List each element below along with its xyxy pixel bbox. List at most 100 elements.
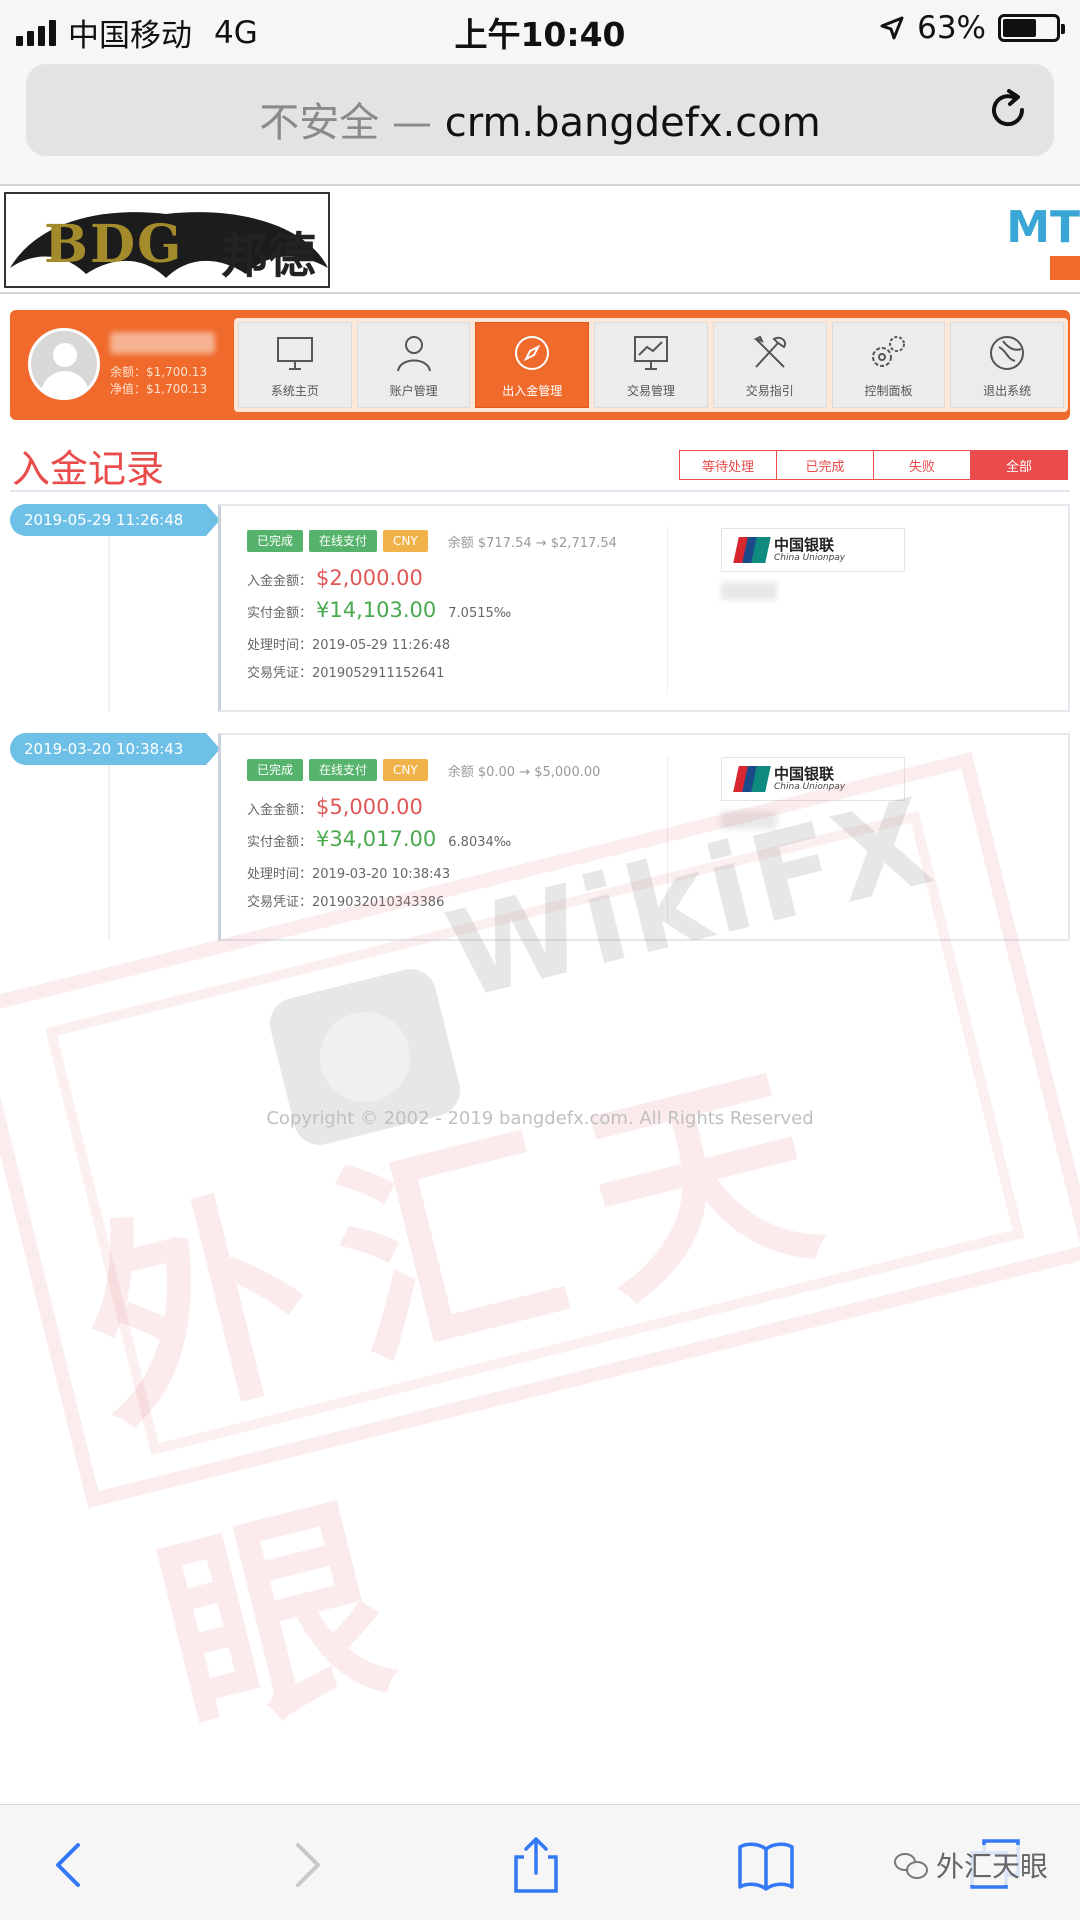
chart-board-icon: [634, 336, 669, 370]
nav-item-control[interactable]: 控制面板: [831, 322, 946, 408]
equity-text: 净值：$1,700.13: [110, 382, 208, 396]
forward-icon[interactable]: [276, 1835, 336, 1895]
wechat-account-name: 外汇天眼: [935, 1850, 1048, 1883]
voucher-label: 交易凭证：: [247, 666, 313, 681]
wechat-watermark: 外汇天眼: [893, 1845, 1048, 1885]
process-time-label: 处理时间：: [247, 867, 313, 882]
method-badge: 在线支付: [309, 530, 378, 552]
filter-completed[interactable]: 已完成: [776, 450, 874, 480]
status-bar: 中国移动 4G 上午10:40 63%: [0, 0, 1080, 56]
monitor-icon: [276, 337, 313, 370]
deposit-amount-label: 入金金额：: [247, 803, 313, 818]
voucher-row: 交易凭证： 2019052911152641: [247, 662, 444, 681]
bookmarks-icon[interactable]: [736, 1835, 796, 1895]
record-date-tag: 2019-03-20 10:38:43: [10, 733, 220, 765]
nav-label: 控制面板: [864, 384, 913, 398]
balance-text: 余额：$1,700.13: [110, 365, 208, 379]
process-time-row: 处理时间： 2019-03-20 10:38:43: [247, 863, 450, 882]
nav-item-logout[interactable]: 退出系统: [950, 322, 1065, 408]
process-time: 2019-03-20 10:38:43: [312, 867, 451, 882]
exit-icon: [990, 336, 1025, 370]
nav-item-home[interactable]: 系统主页: [238, 322, 352, 408]
header-orange-button[interactable]: [1050, 256, 1080, 280]
method-badge: 在线支付: [309, 759, 378, 781]
user-icon: [396, 336, 431, 372]
back-icon[interactable]: [40, 1835, 100, 1895]
paid-amount-row: 实付金额： ¥14,103.00 7.0515‰: [247, 598, 511, 622]
wechat-icon: [893, 1851, 930, 1879]
address-bar[interactable]: 不安全 — crm.bangdefx.com: [26, 64, 1054, 156]
share-icon[interactable]: [506, 1835, 566, 1895]
battery-percent: 63%: [917, 10, 986, 46]
status-right: 63%: [879, 10, 1065, 46]
site-logo[interactable]: BDG 邦德: [4, 192, 330, 288]
logo-text-cn: 邦德: [220, 228, 317, 284]
location-arrow-icon: [880, 16, 904, 40]
battery-fill: [1003, 19, 1036, 37]
paid-amount-label: 实付金额：: [247, 606, 313, 621]
paid-amount-label: 实付金额：: [247, 835, 313, 850]
deposit-amount-row: 入金金额： $5,000.00: [247, 795, 423, 819]
paid-amount: ¥14,103.00: [316, 598, 437, 622]
nav-label: 系统主页: [270, 384, 319, 398]
page-title: 入金记录: [12, 447, 165, 491]
filter-all[interactable]: 全部: [970, 450, 1068, 480]
card-info-blurred: [721, 582, 777, 600]
process-time: 2019-05-29 11:26:48: [312, 638, 451, 653]
nav-item-account[interactable]: 账户管理: [356, 322, 471, 408]
card-divider: [667, 526, 668, 694]
deposit-amount: $5,000.00: [316, 795, 423, 819]
url-insecure-label: 不安全 —: [259, 100, 445, 146]
nav-label: 退出系统: [983, 384, 1032, 398]
unionpay-name-cn: 中国银联: [774, 765, 835, 783]
nav-label: 出入金管理: [502, 384, 563, 398]
site-header: BDG 邦德 MT: [0, 184, 1080, 294]
deposit-amount: $2,000.00: [316, 566, 423, 590]
process-time-label: 处理时间：: [247, 638, 313, 653]
tools-icon: [753, 335, 786, 368]
unionpay-badge: 中国银联 China Unionpay: [721, 528, 905, 572]
currency-badge: CNY: [383, 530, 428, 552]
voucher-number: 2019052911152641: [312, 666, 445, 681]
browser-url-area: 不安全 — crm.bangdefx.com: [0, 56, 1080, 184]
url-domain: crm.bangdefx.com: [444, 100, 821, 146]
header-mt-text: MT: [1006, 202, 1080, 253]
filter-failed[interactable]: 失败: [873, 450, 971, 480]
exchange-rate: 6.8034‰: [448, 835, 512, 850]
status-badge: 已完成: [247, 759, 304, 781]
nav-item-trading[interactable]: 交易管理: [594, 322, 708, 408]
gears-icon: [872, 336, 906, 367]
deposit-amount-label: 入金金额：: [247, 574, 313, 589]
logo-text-en: BDG: [44, 214, 184, 275]
record-tags: 已完成 在线支付 CNY 余额 $0.00 → $5,000.00: [247, 759, 600, 781]
deposit-amount-row: 入金金额： $2,000.00: [247, 566, 423, 590]
battery-icon: [998, 14, 1065, 42]
unionpay-icon: [733, 537, 771, 563]
username-blurred: [110, 332, 215, 354]
reload-icon[interactable]: [984, 86, 1032, 134]
filter-pending[interactable]: 等待处理: [679, 450, 777, 480]
copyright-text: Copyright © 2002 - 2019 bangdefx.com. Al…: [266, 1108, 814, 1129]
paid-amount: ¥34,017.00: [316, 827, 437, 851]
avatar[interactable]: [28, 328, 100, 400]
process-time-row: 处理时间： 2019-05-29 11:26:48: [247, 634, 450, 653]
deposit-record: 2019-05-29 11:26:48 已完成 在线支付 CNY 余额 $717…: [0, 504, 1080, 714]
status-badge: 已完成: [247, 530, 304, 552]
title-divider: [10, 490, 1070, 492]
nav-item-funds[interactable]: 出入金管理: [475, 322, 590, 408]
timeline-line: [108, 765, 110, 941]
nav-label: 交易指引: [745, 384, 794, 398]
nav-label: 账户管理: [389, 384, 438, 398]
unionpay-name-cn: 中国银联: [774, 536, 835, 554]
main-nav: 余额：$1,700.13 净值：$1,700.13 系统主页 账户管理 出入金管…: [10, 310, 1070, 420]
currency-badge: CNY: [383, 759, 428, 781]
nav-item-guide[interactable]: 交易指引: [712, 322, 827, 408]
record-card: 已完成 在线支付 CNY 余额 $717.54 → $2,717.54 入金金额…: [218, 504, 1070, 712]
record-tags: 已完成 在线支付 CNY 余额 $717.54 → $2,717.54: [247, 530, 617, 552]
unionpay-icon: [733, 766, 771, 792]
compass-icon: [515, 336, 550, 370]
nav-label: 交易管理: [627, 384, 676, 398]
balance-change: 余额 $717.54 → $2,717.54: [447, 535, 617, 551]
voucher-label: 交易凭证：: [247, 895, 313, 910]
url-text[interactable]: 不安全 — crm.bangdefx.com: [26, 90, 1054, 148]
